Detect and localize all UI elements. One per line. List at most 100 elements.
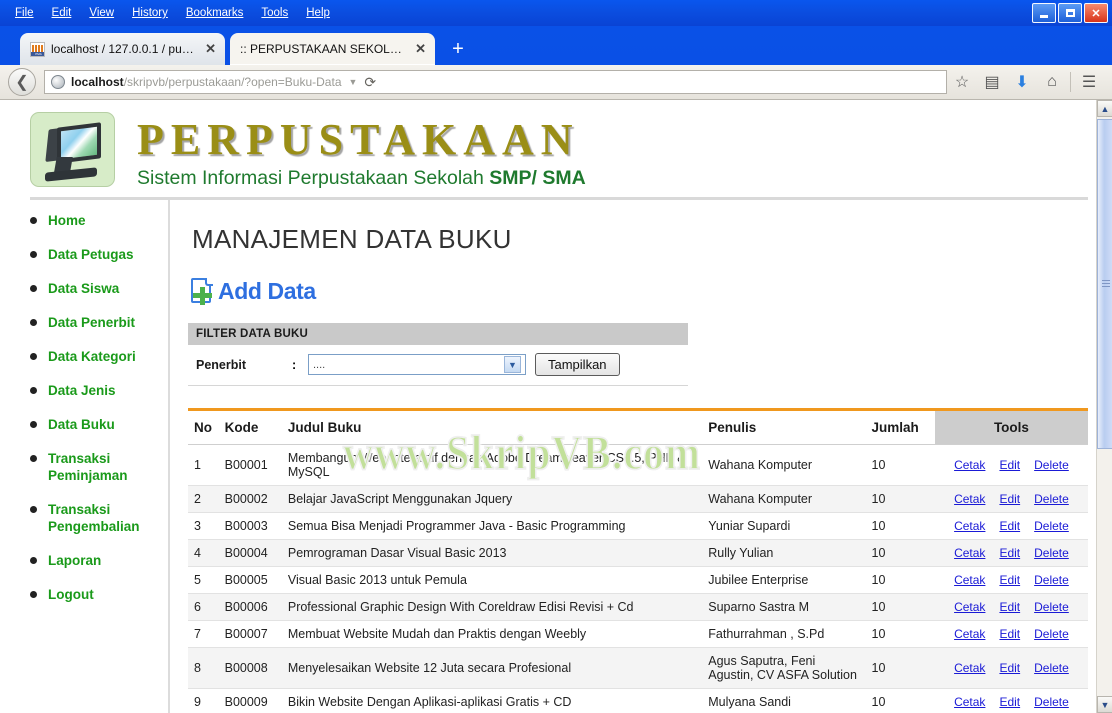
reading-list-icon[interactable]: ▤ <box>977 68 1007 96</box>
sidebar-item-data-petugas[interactable]: Data Petugas <box>30 246 168 263</box>
edit-link[interactable]: Edit <box>999 458 1020 472</box>
tab-close-icon[interactable]: ✕ <box>202 41 219 57</box>
cetak-link[interactable]: Cetak <box>954 546 985 560</box>
edit-link[interactable]: Edit <box>999 573 1020 587</box>
delete-link[interactable]: Delete <box>1034 546 1069 560</box>
sidebar-item-transaksi-pengembalian[interactable]: Transaksi Pengembalian <box>30 501 168 535</box>
edit-link[interactable]: Edit <box>999 492 1020 506</box>
sidebar-item-data-buku[interactable]: Data Buku <box>30 416 168 433</box>
edit-link[interactable]: Edit <box>999 600 1020 614</box>
cetak-link[interactable]: Cetak <box>954 600 985 614</box>
menu-history[interactable]: History <box>123 4 177 22</box>
cell-kode: B00004 <box>218 539 282 567</box>
cell-penulis: Fathurrahman , S.Pd <box>702 620 866 648</box>
add-data-button[interactable]: Add Data <box>190 277 316 305</box>
download-icon[interactable]: ⬇ <box>1007 68 1037 96</box>
menu-edit[interactable]: Edit <box>43 4 81 22</box>
cetak-link[interactable]: Cetak <box>954 627 985 641</box>
page-scrollbar[interactable]: ▲ ▼ <box>1096 100 1112 713</box>
cetak-link[interactable]: Cetak <box>954 695 985 709</box>
sidebar-item-data-jenis[interactable]: Data Jenis <box>30 382 168 399</box>
col-header-jumlah: Jumlah <box>865 409 935 445</box>
reload-icon[interactable]: ⟳ <box>364 74 376 91</box>
page-title: MANAJEMEN DATA BUKU <box>192 224 512 254</box>
menu-bookmarks[interactable]: Bookmarks <box>177 4 253 22</box>
delete-link[interactable]: Delete <box>1034 695 1069 709</box>
tab-close-icon[interactable]: ✕ <box>412 41 429 57</box>
cetak-link[interactable]: Cetak <box>954 492 985 506</box>
cell-judul: Professional Graphic Design With Coreldr… <box>281 593 703 621</box>
close-button[interactable]: ✕ <box>1084 3 1108 23</box>
scroll-down-icon[interactable]: ▼ <box>1097 696 1112 713</box>
minimize-button[interactable] <box>1032 3 1056 23</box>
star-icon[interactable]: ☆ <box>947 68 977 96</box>
sidebar-item-laporan[interactable]: Laporan <box>30 552 168 569</box>
table-row: 3 B00003 Semua Bisa Menjadi Programmer Jav… <box>188 512 1088 540</box>
table-row: 4 B00004 Pemrograman Dasar Visual Basic 20… <box>188 539 1088 567</box>
cell-judul: Bikin Website Dengan Aplikasi-aplikasi G… <box>281 688 703 713</box>
cell-no: 7 <box>188 620 219 648</box>
tab-perpustakaan[interactable]: :: PERPUSTAKAAN SEKOLAH - Sist... ✕ <box>230 33 435 65</box>
url-host: localhost <box>71 75 124 89</box>
sidebar-item-home[interactable]: Home <box>30 212 168 229</box>
home-icon[interactable]: ⌂ <box>1037 68 1067 96</box>
navigation-bar: ❮ localhost/skripvb/perpustakaan/?open=B… <box>0 65 1112 100</box>
menu-tools[interactable]: Tools <box>252 4 297 22</box>
delete-link[interactable]: Delete <box>1034 492 1069 506</box>
chevron-down-icon[interactable]: ▼ <box>349 77 358 87</box>
cetak-link[interactable]: Cetak <box>954 661 985 675</box>
delete-link[interactable]: Delete <box>1034 458 1069 472</box>
menu-icon[interactable]: ☰ <box>1074 68 1104 96</box>
sidebar-item-label: Transaksi Peminjaman <box>48 451 128 483</box>
tab-phpmyadmin[interactable]: PMA localhost / 127.0.0.1 / pustak... ✕ <box>20 33 225 65</box>
edit-link[interactable]: Edit <box>999 519 1020 533</box>
penerbit-label: Penerbit <box>196 357 247 372</box>
delete-link[interactable]: Delete <box>1034 573 1069 587</box>
cell-kode: B00002 <box>218 485 282 513</box>
edit-link[interactable]: Edit <box>999 661 1020 675</box>
cetak-link[interactable]: Cetak <box>954 573 985 587</box>
sidebar-item-logout[interactable]: Logout <box>30 586 168 603</box>
penerbit-select[interactable]: .... ▼ <box>308 354 526 375</box>
sidebar-item-data-penerbit[interactable]: Data Penerbit <box>30 314 168 331</box>
cetak-link[interactable]: Cetak <box>954 458 985 472</box>
cell-no: 9 <box>188 688 219 713</box>
site-title: PERPUSTAKAAN <box>137 115 580 164</box>
edit-link[interactable]: Edit <box>999 546 1020 560</box>
table-row: 2 B00002 Belajar JavaScript Menggunakan Jq… <box>188 485 1088 513</box>
sidebar-item-data-siswa[interactable]: Data Siswa <box>30 280 168 297</box>
sidebar-item-transaksi-peminjaman[interactable]: Transaksi Peminjaman <box>30 450 168 484</box>
cell-no: 4 <box>188 539 219 567</box>
book-table-wrapper: www.SkripVB.com No Kode Judul Buku Penul… <box>188 408 1088 713</box>
maximize-button[interactable] <box>1058 3 1082 23</box>
edit-link[interactable]: Edit <box>999 627 1020 641</box>
toolbar-divider <box>1070 72 1071 92</box>
delete-link[interactable]: Delete <box>1034 519 1069 533</box>
scrollbar-thumb[interactable] <box>1097 119 1112 449</box>
cell-kode: B00003 <box>218 512 282 540</box>
cell-penulis: Mulyana Sandi <box>702 688 866 713</box>
menu-view[interactable]: View <box>80 4 123 22</box>
col-header-judul: Judul Buku <box>281 409 703 445</box>
cell-no: 6 <box>188 593 219 621</box>
delete-link[interactable]: Delete <box>1034 661 1069 675</box>
sidebar-item-data-kategori[interactable]: Data Kategori <box>30 348 168 365</box>
cell-no: 3 <box>188 512 219 540</box>
chevron-down-icon[interactable]: ▼ <box>504 356 521 373</box>
menu-help[interactable]: Help <box>297 4 339 22</box>
cell-tools: Cetak Edit Delete <box>934 566 1088 594</box>
new-tab-button[interactable]: + <box>447 39 469 61</box>
menu-file[interactable]: File <box>6 4 43 22</box>
tab-strip: PMA localhost / 127.0.0.1 / pustak... ✕ … <box>0 26 1112 65</box>
back-button[interactable]: ❮ <box>8 68 36 96</box>
tampilkan-button[interactable]: Tampilkan <box>535 353 620 376</box>
cell-tools: Cetak Edit Delete <box>934 444 1088 486</box>
cell-penulis: Rully Yulian <box>702 539 866 567</box>
edit-link[interactable]: Edit <box>999 695 1020 709</box>
address-bar[interactable]: localhost/skripvb/perpustakaan/?open=Buk… <box>44 70 947 94</box>
delete-link[interactable]: Delete <box>1034 600 1069 614</box>
cell-judul: Belajar JavaScript Menggunakan Jquery <box>281 485 703 513</box>
cetak-link[interactable]: Cetak <box>954 519 985 533</box>
scroll-up-icon[interactable]: ▲ <box>1097 100 1112 117</box>
delete-link[interactable]: Delete <box>1034 627 1069 641</box>
